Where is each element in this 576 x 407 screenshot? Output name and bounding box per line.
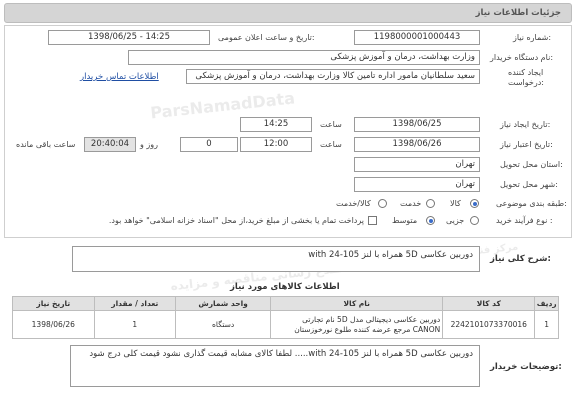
category-radio-service[interactable] xyxy=(426,199,435,208)
announce-label: تاریخ و ساعت اعلان عمومی: xyxy=(218,33,315,42)
valid-date-label: تاریخ اعتبار نیاز: xyxy=(500,140,553,149)
valid-date-field: 1398/06/26 xyxy=(354,137,480,152)
cell-qty: 1 xyxy=(93,310,177,339)
col-unit-header: واحد شمارش xyxy=(175,296,272,311)
items-table: ردیف کد کالا نام کالا واحد شمارش تعداد /… xyxy=(12,296,559,339)
creator-label-1: ایجاد کننده xyxy=(508,68,544,77)
created-date-label: تاریخ ایجاد نیاز: xyxy=(500,120,551,129)
page-title: جزئیات اطلاعات نیاز xyxy=(475,8,561,18)
province-label: استان محل تحویل: xyxy=(500,160,563,169)
remaining-label: ساعت باقی مانده xyxy=(16,140,76,149)
remaining-days-field: 0 xyxy=(180,137,238,152)
col-code-header: کد کالا xyxy=(442,296,536,311)
purchase-option-medium: متوسط xyxy=(392,216,418,225)
remaining-time-field: 20:40:04 xyxy=(84,137,136,152)
created-date-field: 1398/06/25 xyxy=(354,117,480,132)
province-field: تهران xyxy=(354,157,480,172)
valid-time-field: 12:00 xyxy=(240,137,312,152)
need-number-field: 1198000001000443 xyxy=(354,30,480,45)
table-row: 1 2242101073370016 دوربین عکاسی دیجیتالی… xyxy=(12,310,559,339)
buyer-field: وزارت بهداشت، درمان و آموزش پزشکی xyxy=(128,50,480,65)
items-section-title: اطلاعات کالاهای مورد نیاز xyxy=(230,282,340,292)
category-option-goods: کالا xyxy=(450,199,461,208)
created-time-field: 14:25 xyxy=(240,117,312,132)
summary-label: شرح کلی نیاز: xyxy=(490,254,551,264)
summary-field: دوربین عکاسی 5D همراه با لنز 105-24 with xyxy=(72,246,480,272)
city-field: تهران xyxy=(354,177,480,192)
page-header: جزئیات اطلاعات نیاز xyxy=(4,3,572,23)
cell-name: دوربین عکاسی دیجیتالی مدل 5D نام تجارتی … xyxy=(270,310,444,339)
col-qty-header: تعداد / مقدار xyxy=(93,296,177,311)
category-radio-goods-service[interactable] xyxy=(378,199,387,208)
creator-label-2: درخواست: xyxy=(508,78,544,87)
days-label: روز و xyxy=(140,140,158,149)
need-number-label: شماره نیاز: xyxy=(513,33,552,42)
buyer-notes-field: دوربین عکاسی 5D همراه با لنز 105-24 with… xyxy=(70,345,480,387)
cell-unit: دستگاه xyxy=(175,310,272,339)
category-option-goods-service: کالا/خدمت xyxy=(336,199,371,208)
col-row-header: ردیف xyxy=(534,296,559,311)
col-name-header: نام کالا xyxy=(270,296,444,311)
category-radio-goods[interactable] xyxy=(470,199,479,208)
purchase-radio-minor[interactable] xyxy=(470,216,479,225)
cell-row: 1 xyxy=(534,310,559,339)
creator-field: سعید سلطانیان مامور اداره تامین کالا وزا… xyxy=(186,69,480,84)
buyer-label: نام دستگاه خریدار: xyxy=(490,53,554,62)
treasury-payment-note: پرداخت تمام یا بخشی از مبلغ خرید،از محل … xyxy=(108,216,364,225)
cell-code: 2242101073370016 xyxy=(442,310,536,339)
buyer-notes-label: توضیحات خریدار: xyxy=(490,362,562,372)
purchase-option-minor: جزیی xyxy=(446,216,465,225)
category-option-service: خدمت xyxy=(400,199,422,208)
treasury-payment-checkbox[interactable] xyxy=(368,216,377,225)
category-label: طبقه بندی موضوعی: xyxy=(496,199,567,208)
city-label: شهر محل تحویل: xyxy=(500,180,558,189)
valid-time-label: ساعت xyxy=(320,140,342,149)
announce-field: 1398/06/25 - 14:25 xyxy=(48,30,210,45)
purchase-type-label: نوع فرآیند خرید : xyxy=(496,216,553,225)
purchase-radio-medium[interactable] xyxy=(426,216,435,225)
col-date-header: تاریخ نیاز xyxy=(12,296,95,311)
buyer-contact-link[interactable]: اطلاعات تماس خریدار xyxy=(80,72,159,82)
created-time-label: ساعت xyxy=(320,120,342,129)
cell-date: 1398/06/26 xyxy=(12,310,95,339)
